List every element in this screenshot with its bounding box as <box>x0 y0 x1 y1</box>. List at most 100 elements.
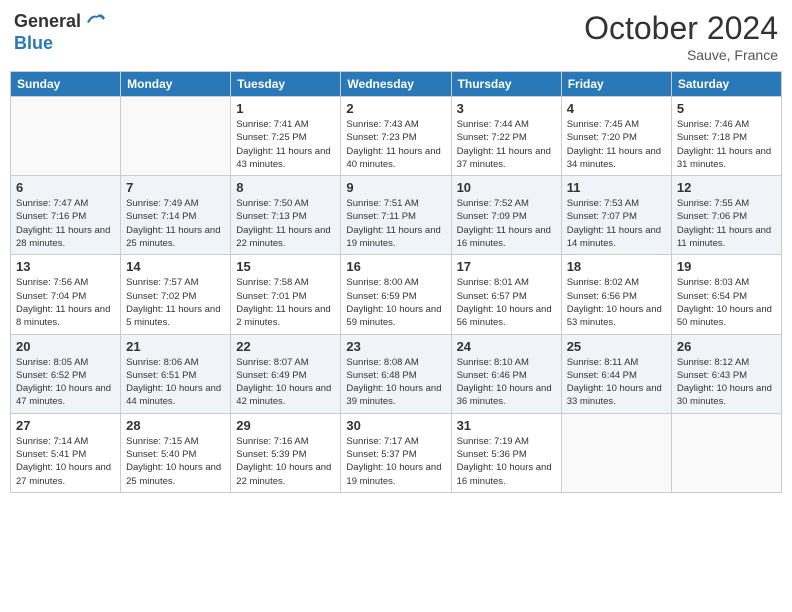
calendar-table: Sunday Monday Tuesday Wednesday Thursday… <box>10 71 782 493</box>
day-info: Sunrise: 8:02 AMSunset: 6:56 PMDaylight:… <box>567 276 666 329</box>
month-title: October 2024 <box>584 10 778 47</box>
day-number: 21 <box>126 339 225 354</box>
day-number: 12 <box>677 180 776 195</box>
day-info: Sunrise: 7:49 AMSunset: 7:14 PMDaylight:… <box>126 197 225 250</box>
table-row: 27Sunrise: 7:14 AMSunset: 5:41 PMDayligh… <box>11 413 121 492</box>
header-sunday: Sunday <box>11 72 121 97</box>
day-info: Sunrise: 7:47 AMSunset: 7:16 PMDaylight:… <box>16 197 115 250</box>
location: Sauve, France <box>584 47 778 63</box>
day-info: Sunrise: 7:43 AMSunset: 7:23 PMDaylight:… <box>346 118 445 171</box>
table-row <box>121 97 231 176</box>
day-number: 20 <box>16 339 115 354</box>
day-info: Sunrise: 7:15 AMSunset: 5:40 PMDaylight:… <box>126 435 225 488</box>
table-row: 31Sunrise: 7:19 AMSunset: 5:36 PMDayligh… <box>451 413 561 492</box>
day-info: Sunrise: 8:01 AMSunset: 6:57 PMDaylight:… <box>457 276 556 329</box>
day-info: Sunrise: 8:10 AMSunset: 6:46 PMDaylight:… <box>457 356 556 409</box>
day-number: 15 <box>236 259 335 274</box>
day-info: Sunrise: 7:16 AMSunset: 5:39 PMDaylight:… <box>236 435 335 488</box>
day-number: 10 <box>457 180 556 195</box>
day-info: Sunrise: 7:58 AMSunset: 7:01 PMDaylight:… <box>236 276 335 329</box>
day-number: 1 <box>236 101 335 116</box>
day-info: Sunrise: 7:19 AMSunset: 5:36 PMDaylight:… <box>457 435 556 488</box>
day-number: 7 <box>126 180 225 195</box>
table-row: 26 Sunrise: 8:12 AMSunset: 6:43 PMDayligh… <box>671 334 781 413</box>
title-section: October 2024 Sauve, France <box>584 10 778 63</box>
header-friday: Friday <box>561 72 671 97</box>
day-info: Sunrise: 7:57 AMSunset: 7:02 PMDaylight:… <box>126 276 225 329</box>
header-saturday: Saturday <box>671 72 781 97</box>
calendar-week-row: 13 Sunrise: 7:56 AMSunset: 7:04 PMDayligh… <box>11 255 782 334</box>
table-row: 3 Sunrise: 7:44 AMSunset: 7:22 PMDaylight… <box>451 97 561 176</box>
day-number: 13 <box>16 259 115 274</box>
day-number: 30 <box>346 418 445 433</box>
day-info: Sunrise: 7:44 AMSunset: 7:22 PMDaylight:… <box>457 118 556 171</box>
day-number: 18 <box>567 259 666 274</box>
table-row <box>11 97 121 176</box>
logo-general: General <box>14 12 81 32</box>
table-row: 19 Sunrise: 8:03 AMSunset: 6:54 PMDayligh… <box>671 255 781 334</box>
day-number: 25 <box>567 339 666 354</box>
day-number: 3 <box>457 101 556 116</box>
calendar-week-row: 1Sunrise: 7:41 AMSunset: 7:25 PMDaylight… <box>11 97 782 176</box>
table-row: 2 Sunrise: 7:43 AMSunset: 7:23 PMDaylight… <box>341 97 451 176</box>
day-number: 24 <box>457 339 556 354</box>
day-number: 29 <box>236 418 335 433</box>
day-number: 4 <box>567 101 666 116</box>
table-row: 13 Sunrise: 7:56 AMSunset: 7:04 PMDayligh… <box>11 255 121 334</box>
table-row <box>671 413 781 492</box>
table-row: 30 Sunrise: 7:17 AMSunset: 5:37 PMDayligh… <box>341 413 451 492</box>
header-tuesday: Tuesday <box>231 72 341 97</box>
day-info: Sunrise: 8:06 AMSunset: 6:51 PMDaylight:… <box>126 356 225 409</box>
logo: General Blue <box>14 10 107 54</box>
day-info: Sunrise: 7:50 AMSunset: 7:13 PMDaylight:… <box>236 197 335 250</box>
day-info: Sunrise: 8:07 AMSunset: 6:49 PMDaylight:… <box>236 356 335 409</box>
day-info: Sunrise: 8:05 AMSunset: 6:52 PMDaylight:… <box>16 356 115 409</box>
day-number: 9 <box>346 180 445 195</box>
day-number: 6 <box>16 180 115 195</box>
day-number: 23 <box>346 339 445 354</box>
day-number: 22 <box>236 339 335 354</box>
table-row: 4 Sunrise: 7:45 AMSunset: 7:20 PMDaylight… <box>561 97 671 176</box>
day-info: Sunrise: 8:12 AMSunset: 6:43 PMDaylight:… <box>677 356 776 409</box>
table-row: 14 Sunrise: 7:57 AMSunset: 7:02 PMDayligh… <box>121 255 231 334</box>
table-row: 21 Sunrise: 8:06 AMSunset: 6:51 PMDayligh… <box>121 334 231 413</box>
day-number: 19 <box>677 259 776 274</box>
day-info: Sunrise: 7:14 AMSunset: 5:41 PMDaylight:… <box>16 435 115 488</box>
table-row: 15 Sunrise: 7:58 AMSunset: 7:01 PMDayligh… <box>231 255 341 334</box>
day-number: 17 <box>457 259 556 274</box>
day-info: Sunrise: 8:11 AMSunset: 6:44 PMDaylight:… <box>567 356 666 409</box>
day-info: Sunrise: 7:45 AMSunset: 7:20 PMDaylight:… <box>567 118 666 171</box>
table-row: 9 Sunrise: 7:51 AMSunset: 7:11 PMDaylight… <box>341 176 451 255</box>
day-number: 16 <box>346 259 445 274</box>
table-row: 5Sunrise: 7:46 AMSunset: 7:18 PMDaylight… <box>671 97 781 176</box>
table-row: 17 Sunrise: 8:01 AMSunset: 6:57 PMDayligh… <box>451 255 561 334</box>
day-info: Sunrise: 8:03 AMSunset: 6:54 PMDaylight:… <box>677 276 776 329</box>
table-row: 18 Sunrise: 8:02 AMSunset: 6:56 PMDayligh… <box>561 255 671 334</box>
table-row: 1Sunrise: 7:41 AMSunset: 7:25 PMDaylight… <box>231 97 341 176</box>
day-info: Sunrise: 7:17 AMSunset: 5:37 PMDaylight:… <box>346 435 445 488</box>
table-row: 22 Sunrise: 8:07 AMSunset: 6:49 PMDayligh… <box>231 334 341 413</box>
day-info: Sunrise: 7:51 AMSunset: 7:11 PMDaylight:… <box>346 197 445 250</box>
day-number: 8 <box>236 180 335 195</box>
table-row <box>561 413 671 492</box>
logo-icon <box>83 10 107 34</box>
day-info: Sunrise: 7:46 AMSunset: 7:18 PMDaylight:… <box>677 118 776 171</box>
header-wednesday: Wednesday <box>341 72 451 97</box>
table-row: 20 Sunrise: 8:05 AMSunset: 6:52 PMDayligh… <box>11 334 121 413</box>
table-row: 25 Sunrise: 8:11 AMSunset: 6:44 PMDayligh… <box>561 334 671 413</box>
calendar-week-row: 6 Sunrise: 7:47 AMSunset: 7:16 PMDaylight… <box>11 176 782 255</box>
day-info: Sunrise: 7:56 AMSunset: 7:04 PMDaylight:… <box>16 276 115 329</box>
table-row: 23 Sunrise: 8:08 AMSunset: 6:48 PMDayligh… <box>341 334 451 413</box>
calendar-week-row: 27Sunrise: 7:14 AMSunset: 5:41 PMDayligh… <box>11 413 782 492</box>
day-info: Sunrise: 8:08 AMSunset: 6:48 PMDaylight:… <box>346 356 445 409</box>
day-number: 2 <box>346 101 445 116</box>
day-number: 28 <box>126 418 225 433</box>
table-row: 12 Sunrise: 7:55 AMSunset: 7:06 PMDayligh… <box>671 176 781 255</box>
day-number: 14 <box>126 259 225 274</box>
day-info: Sunrise: 7:52 AMSunset: 7:09 PMDaylight:… <box>457 197 556 250</box>
header-monday: Monday <box>121 72 231 97</box>
header-thursday: Thursday <box>451 72 561 97</box>
day-number: 26 <box>677 339 776 354</box>
day-info: Sunrise: 7:55 AMSunset: 7:06 PMDaylight:… <box>677 197 776 250</box>
calendar-header-row: Sunday Monday Tuesday Wednesday Thursday… <box>11 72 782 97</box>
